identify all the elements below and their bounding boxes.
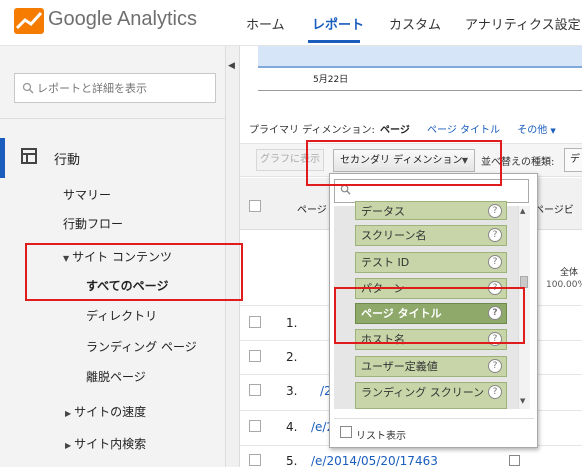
dimension-option[interactable]: ユーザー定義値? (355, 356, 507, 377)
help-icon[interactable]: ? (488, 228, 502, 242)
list-view-checkbox[interactable] (340, 426, 352, 438)
tab-home[interactable]: ホーム (246, 14, 285, 33)
sidebar-item-site-search[interactable]: ▶ サイト内検索 (65, 435, 146, 452)
active-tab-indicator (308, 40, 360, 43)
tab-reports[interactable]: レポート (312, 14, 364, 33)
column-header-pageviews[interactable]: ページビ (534, 201, 582, 216)
sidebar-item-label: サイトの速度 (74, 405, 147, 419)
chevron-down-icon: ▼ (550, 127, 556, 135)
list-view-label: リスト表示 (356, 431, 406, 442)
report-search-input[interactable] (37, 79, 213, 97)
row-checkbox[interactable] (249, 350, 261, 362)
primary-dimension-label: プライマリ ディメンション: (249, 125, 375, 136)
analytics-logo-icon (14, 8, 44, 34)
primary-dimension-value: ページ (380, 125, 410, 136)
option-label: ユーザー定義値 (361, 360, 438, 373)
dropdown-divider (334, 418, 534, 419)
help-icon[interactable]: ? (488, 359, 502, 373)
dimension-option[interactable]: スクリーン名? (355, 225, 507, 246)
row-number: 1. (286, 316, 298, 330)
sidebar-item-summary[interactable]: サマリー (63, 186, 111, 203)
dimension-option[interactable]: テスト ID? (355, 252, 507, 273)
external-link-icon[interactable] (509, 455, 520, 466)
highlight-box-page-title (334, 287, 525, 344)
tab-custom[interactable]: カスタム (389, 14, 441, 33)
dimension-option[interactable]: ランディング スクリーン? (355, 382, 507, 409)
behavior-icon (21, 148, 37, 164)
scroll-down-arrow-icon[interactable]: ▼ (520, 397, 525, 405)
other-label: その他 (517, 125, 548, 136)
sidebar-divider (0, 118, 226, 119)
row-page-link[interactable]: /e/2014/05/20/17463 (311, 454, 438, 467)
sort-type-select[interactable]: デ (564, 148, 582, 172)
help-icon[interactable]: ? (488, 204, 502, 218)
chart-date-label: 5月22日 (313, 75, 349, 85)
other-dimension-link[interactable]: その他 ▼ (517, 125, 556, 136)
chart-axis (258, 90, 582, 91)
row-number: 3. (286, 384, 298, 398)
collapse-arrow-icon[interactable]: ◀ (228, 61, 235, 71)
help-icon[interactable]: ? (488, 385, 502, 399)
total-value: 100.00% (546, 280, 582, 290)
highlight-box-site-content (25, 243, 243, 301)
row-checkbox[interactable] (249, 454, 261, 466)
row-checkbox[interactable] (249, 420, 261, 432)
active-section-bar (0, 138, 5, 178)
sidebar-item-site-speed[interactable]: ▶ サイトの速度 (65, 403, 146, 420)
option-label: スクリーン名 (361, 229, 427, 242)
primary-dimension-row: プライマリ ディメンション: ページ ページ タイトル その他 ▼ (249, 121, 556, 136)
row-checkbox[interactable] (249, 384, 261, 396)
dimension-option[interactable]: データス? (355, 201, 507, 220)
scroll-up-arrow-icon[interactable]: ▲ (520, 207, 525, 215)
row-number: 2. (286, 350, 298, 364)
highlight-box-secondary-dimension (306, 140, 502, 186)
sidebar-item-exit-pages[interactable]: 離脱ページ (86, 368, 146, 385)
option-label: データス (361, 205, 405, 218)
option-label: ランディング スクリーン (361, 386, 485, 399)
row-checkbox[interactable] (249, 316, 261, 328)
collapsed-triangle-icon: ▶ (65, 441, 72, 450)
row-number: 4. (286, 420, 298, 434)
brand-text: Google Analytics (48, 8, 197, 30)
sidebar-section-behavior[interactable]: 行動 (54, 149, 80, 168)
sidebar-item-directory[interactable]: ディレクトリ (86, 307, 157, 324)
select-all-checkbox[interactable] (249, 200, 261, 212)
collapsed-triangle-icon: ▶ (65, 409, 72, 418)
total-label: 全体 (560, 268, 579, 278)
page-title-dimension-link[interactable]: ページ タイトル (427, 125, 500, 136)
chart-area-fill (258, 46, 582, 68)
row-number: 5. (286, 454, 298, 467)
help-icon[interactable]: ? (488, 255, 502, 269)
search-icon (22, 82, 34, 94)
column-header-page[interactable]: ページ (297, 201, 327, 216)
tab-admin[interactable]: アナリティクス設定 (465, 14, 581, 33)
sidebar-item-landing-pages[interactable]: ランディング ページ (86, 338, 197, 355)
sidebar-item-label: サイト内検索 (74, 437, 147, 451)
option-label: テスト ID (361, 256, 410, 269)
sidebar-item-behavior-flow[interactable]: 行動フロー (63, 215, 123, 232)
report-search-box[interactable] (14, 73, 216, 103)
